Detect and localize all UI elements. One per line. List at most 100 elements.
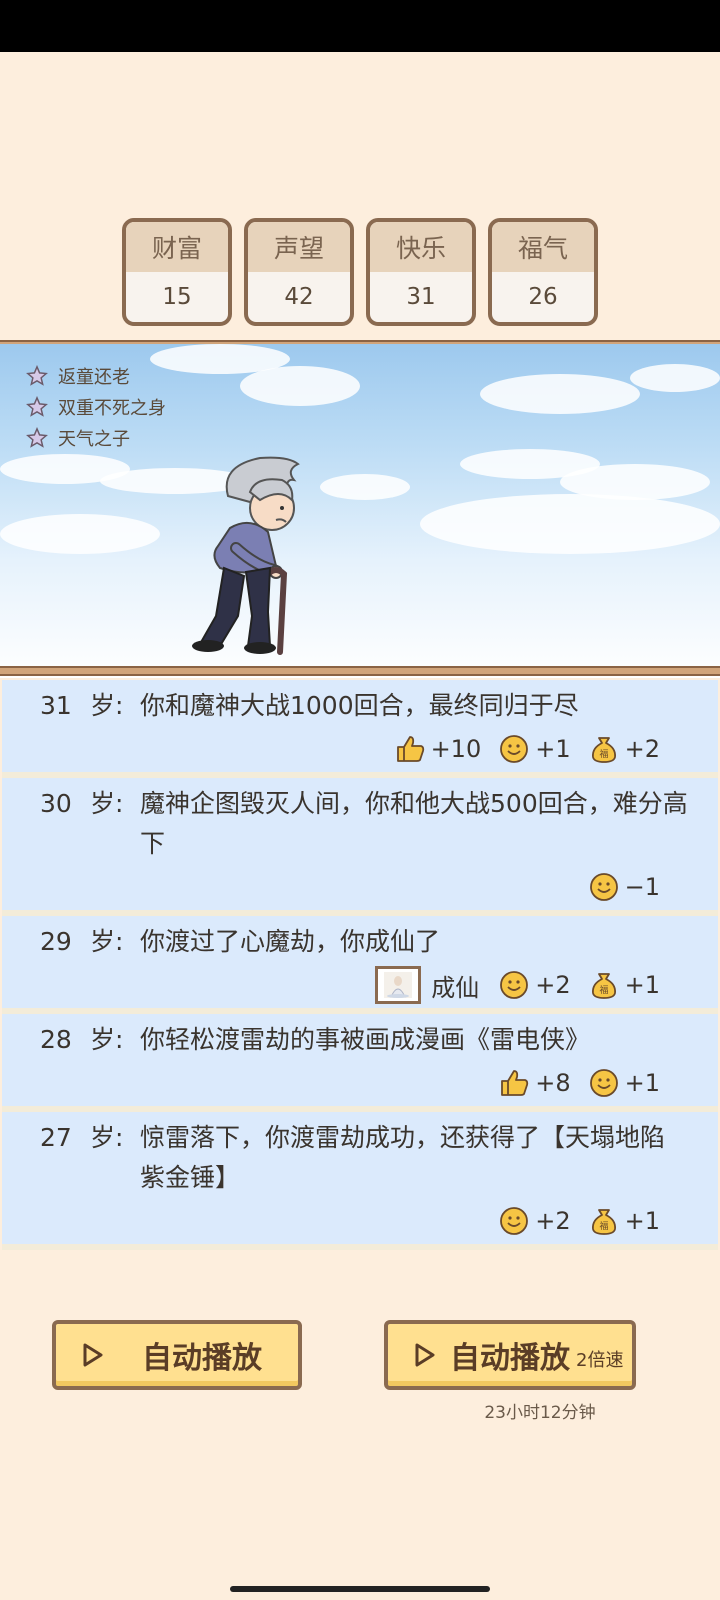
smiley-icon xyxy=(589,1069,618,1097)
effect-item: −1 xyxy=(589,872,660,902)
smiley-icon xyxy=(500,735,529,763)
smiley-icon xyxy=(500,1207,529,1235)
entry-age-unit: 岁: xyxy=(90,1025,124,1054)
cloud xyxy=(240,366,360,406)
effect-item: +2 xyxy=(499,970,571,1000)
auto-play-button[interactable]: 自动播放 xyxy=(52,1320,302,1390)
entry-age-unit: 岁: xyxy=(90,691,124,720)
cloud xyxy=(630,364,720,392)
trait-label: 天气之子 xyxy=(58,428,130,450)
trait-label: 双重不死之身 xyxy=(58,397,166,419)
entry-age: 30 xyxy=(40,789,72,818)
entry-effects: −1 xyxy=(40,864,688,910)
entry-age-unit: 岁: xyxy=(90,1123,124,1152)
entry-age: 31 xyxy=(40,691,72,720)
speed-label: 2倍速 xyxy=(576,1350,624,1371)
traits-list: 返童还老 双重不死之身 天气之子 xyxy=(26,360,166,453)
log-entry: 30 岁: 魔神企图毁灭人间，你和他大战500回合，难分高下 −1 xyxy=(2,778,718,916)
trait-item: 天气之子 xyxy=(26,422,166,453)
character-scene: 返童还老 双重不死之身 天气之子 xyxy=(0,344,720,678)
star-icon xyxy=(26,395,48,417)
log-entry: 31 岁: 你和魔神大战1000回合，最终同归于尽 +10 +1 福 +2 xyxy=(2,680,718,778)
stats-row: 财富 15 声望 42 快乐 31 福气 26 xyxy=(0,218,720,326)
cloud xyxy=(320,474,410,500)
stat-card-happiness: 快乐 31 xyxy=(366,218,476,326)
play-icon xyxy=(83,1343,103,1367)
entry-text: 你轻松渡雷劫的事被画成漫画《雷电侠》 xyxy=(140,1025,591,1054)
cooldown-timer: 23小时12分钟 xyxy=(484,1403,596,1423)
stat-card-reputation: 声望 42 xyxy=(244,218,354,326)
auto-play-2x-button[interactable]: 自动播放 2倍速 xyxy=(384,1320,636,1390)
stat-value: 31 xyxy=(406,284,436,310)
entry-age: 29 xyxy=(40,927,72,956)
cloud xyxy=(420,494,720,554)
entry-text: 惊雷落下，你渡雷劫成功，还获得了【天塌地陷紫金锤】 xyxy=(140,1123,666,1192)
scene-bottom-border xyxy=(0,666,720,676)
status-bar xyxy=(0,0,720,52)
entry-text: 你和魔神大战1000回合，最终同归于尽 xyxy=(140,691,579,720)
stat-label: 快乐 xyxy=(370,222,472,272)
entry-age: 27 xyxy=(40,1123,72,1152)
entry-effects: +10 +1 福 +2 xyxy=(40,726,688,772)
auto-play-2x-label: 自动播放 xyxy=(450,1341,570,1376)
stat-label: 财富 xyxy=(126,222,228,272)
star-icon xyxy=(26,426,48,448)
effect-item: 福 +1 xyxy=(589,1206,660,1236)
smiley-icon xyxy=(589,873,618,901)
entry-effects: +2 福 +1 xyxy=(40,1198,688,1244)
cloud xyxy=(480,374,640,414)
effect-item: +1 xyxy=(499,734,571,764)
entry-text: 你渡过了心魔劫，你成仙了 xyxy=(140,927,441,956)
cloud xyxy=(0,514,160,554)
effect-item: +10 xyxy=(395,735,482,763)
entry-effects: 成仙 +2 福 +1 xyxy=(40,962,688,1008)
money-bag-icon: 福 xyxy=(591,737,616,763)
stat-label: 声望 xyxy=(248,222,350,272)
effect-item: +8 xyxy=(499,1069,571,1097)
badge-label: 成仙 xyxy=(431,973,480,1002)
trait-item: 返童还老 xyxy=(26,360,166,391)
effect-value: +1 xyxy=(624,971,660,999)
effect-value: +1 xyxy=(624,1207,660,1235)
effect-value: +1 xyxy=(535,735,571,763)
effect-value: −1 xyxy=(624,873,660,901)
entry-age: 28 xyxy=(40,1025,72,1054)
thumbs-up-icon xyxy=(396,736,424,762)
old-man-character xyxy=(192,456,300,655)
stat-value: 15 xyxy=(162,284,192,310)
trait-label: 返童还老 xyxy=(58,366,130,388)
money-bag-icon: 福 xyxy=(591,973,616,999)
log-entry: 27 岁: 惊雷落下，你渡雷劫成功，还获得了【天塌地陷紫金锤】 +2 福 +1 xyxy=(2,1112,718,1250)
money-bag-icon: 福 xyxy=(591,1209,616,1235)
play-icon xyxy=(415,1343,435,1367)
effect-value: +10 xyxy=(430,735,482,763)
stat-card-fortune: 福气 26 xyxy=(488,218,598,326)
trait-item: 双重不死之身 xyxy=(26,391,166,422)
entry-age-unit: 岁: xyxy=(90,789,124,818)
home-indicator[interactable] xyxy=(230,1586,490,1592)
stat-label: 福气 xyxy=(492,222,594,272)
stat-value: 42 xyxy=(284,284,314,310)
immortal-portrait-icon xyxy=(375,966,422,1004)
money-bag-char: 福 xyxy=(599,748,608,760)
life-event-log[interactable]: 31 岁: 你和魔神大战1000回合，最终同归于尽 +10 +1 福 +2 30… xyxy=(2,680,718,1250)
entry-text: 魔神企图毁灭人间，你和他大战500回合，难分高下 xyxy=(140,789,688,858)
effect-value: +2 xyxy=(535,1207,571,1235)
effect-item: +1 xyxy=(589,1068,660,1098)
effect-item: +2 xyxy=(499,1206,571,1236)
log-entry: 29 岁: 你渡过了心魔劫，你成仙了 成仙 +2 福 +1 xyxy=(2,916,718,1014)
effect-value: +1 xyxy=(624,1069,660,1097)
effect-value: +2 xyxy=(624,735,660,763)
thumbs-up-icon xyxy=(501,1070,529,1096)
entry-age-unit: 岁: xyxy=(90,927,124,956)
effect-item: 福 +1 xyxy=(589,970,660,1000)
money-bag-char: 福 xyxy=(599,984,608,996)
effect-value: +2 xyxy=(535,971,571,999)
entry-effects: +8 +1 xyxy=(40,1060,688,1106)
smiley-icon xyxy=(500,971,529,999)
stat-card-wealth: 财富 15 xyxy=(122,218,232,326)
effect-item: 福 +2 xyxy=(589,734,660,764)
log-entry: 28 岁: 你轻松渡雷劫的事被画成漫画《雷电侠》 +8 +1 xyxy=(2,1014,718,1112)
effect-value: +8 xyxy=(535,1069,571,1097)
star-icon xyxy=(26,364,48,386)
